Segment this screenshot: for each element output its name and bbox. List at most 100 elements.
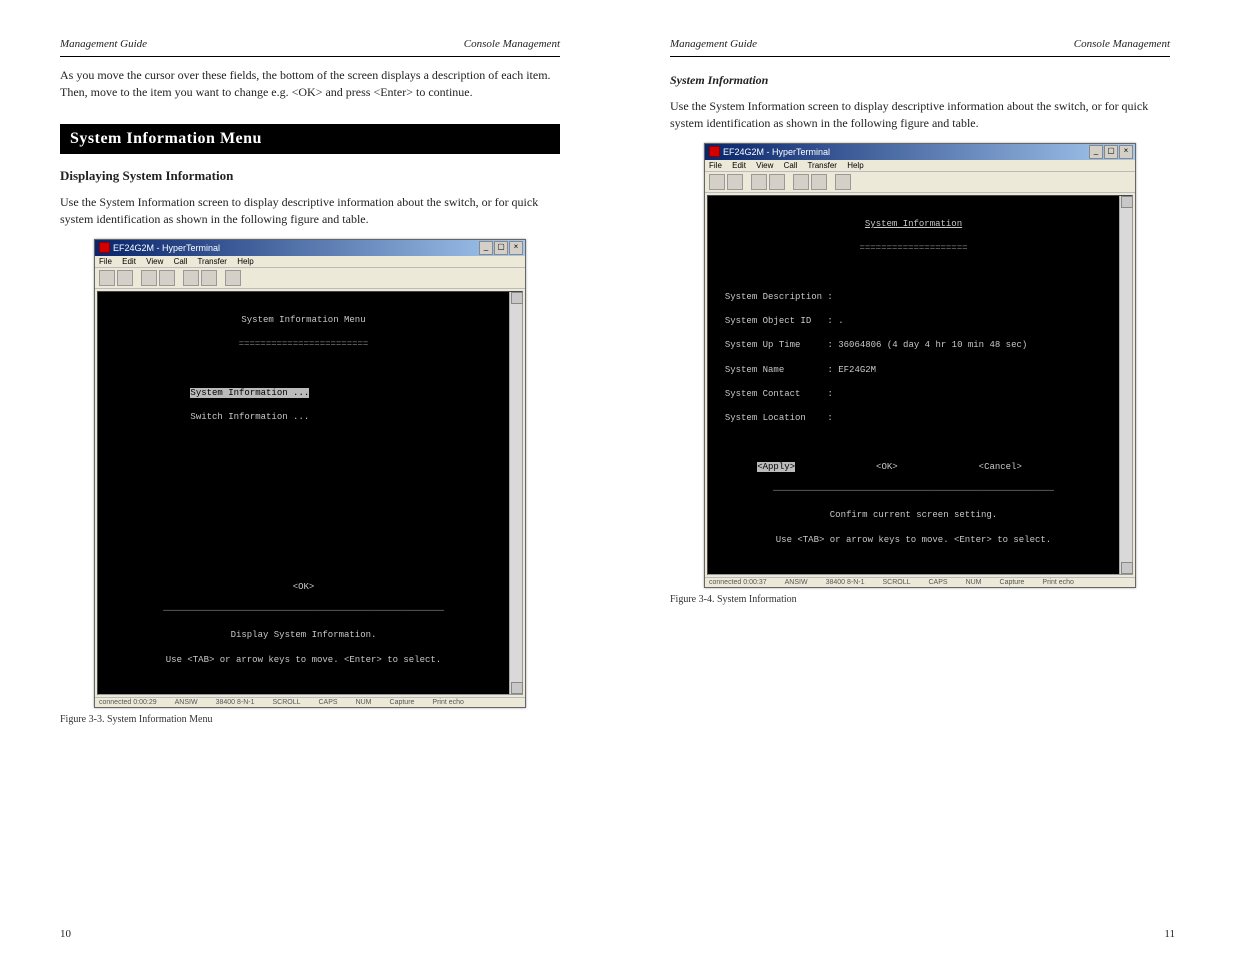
status-cell: 38400 8-N-1 <box>826 579 865 586</box>
field-label: System Up Time <box>725 340 801 350</box>
paragraph: As you move the cursor over these fields… <box>60 67 560 102</box>
toolbar-button[interactable] <box>159 270 175 286</box>
toolbar-button[interactable] <box>709 174 725 190</box>
toolbar-button[interactable] <box>99 270 115 286</box>
field-value: EF24G2M <box>838 365 876 375</box>
toolbar <box>95 268 525 289</box>
terminal-output: System Information Menu ================… <box>98 292 509 695</box>
term-title: System Information Menu <box>104 314 503 326</box>
subheading-italic: System Information <box>670 73 1170 88</box>
close-button[interactable]: × <box>509 241 523 255</box>
paragraph: Use the System Information screen to dis… <box>60 194 560 229</box>
maximize-button[interactable]: ▢ <box>494 241 508 255</box>
term-title: System Information <box>865 219 962 229</box>
toolbar-button[interactable] <box>117 270 133 286</box>
figure-caption: Figure 3-4. System Information <box>670 594 1170 605</box>
figure-caption: Figure 3-3. System Information Menu <box>60 714 560 725</box>
status-cell: NUM <box>966 579 982 586</box>
hyperterminal-window: EF24G2M - HyperTerminal _ ▢ × File Edit … <box>704 143 1136 588</box>
toolbar-button[interactable] <box>183 270 199 286</box>
toolbar-button[interactable] <box>811 174 827 190</box>
minimize-button[interactable]: _ <box>479 241 493 255</box>
field-value: . <box>838 316 843 326</box>
hyperterminal-window: EF24G2M - HyperTerminal _ ▢ × File Edit … <box>94 239 526 709</box>
header-section: Console Management <box>464 38 560 50</box>
minimize-button[interactable]: _ <box>1089 145 1103 159</box>
app-icon <box>709 146 720 157</box>
ok-button[interactable]: <OK> <box>876 462 898 472</box>
header-title: Management Guide <box>670 38 757 50</box>
field-label: System Description <box>725 292 822 302</box>
header-rule <box>60 56 560 57</box>
status-cell: CAPS <box>319 699 338 706</box>
menu-bar: File Edit View Call Transfer Help <box>705 160 1135 172</box>
status-bar: connected 0:00:37 ANSIW 38400 8-N-1 SCRO… <box>705 577 1135 587</box>
menu-item[interactable]: View <box>146 257 163 266</box>
hint-line: Confirm current screen setting. <box>714 509 1113 521</box>
section-heading: System Information Menu <box>60 124 560 154</box>
menu-item[interactable]: File <box>99 257 112 266</box>
maximize-button[interactable]: ▢ <box>1104 145 1118 159</box>
page-number: 11 <box>1164 928 1175 940</box>
terminal-output: System Information ==================== … <box>708 196 1119 574</box>
menu-item[interactable]: Edit <box>732 161 746 170</box>
status-cell: Capture <box>390 699 415 706</box>
term-rule: ────────────────────────────────────────… <box>714 485 1113 497</box>
menu-item[interactable]: View <box>756 161 773 170</box>
status-cell: CAPS <box>929 579 948 586</box>
menu-item[interactable]: Help <box>237 257 253 266</box>
toolbar-button[interactable] <box>727 174 743 190</box>
status-cell: ANSIW <box>785 579 808 586</box>
field-label: System Contact <box>725 389 801 399</box>
menu-item[interactable]: Transfer <box>807 161 837 170</box>
toolbar-button[interactable] <box>793 174 809 190</box>
page-left: Management Guide Console Management As y… <box>60 0 560 725</box>
page-right: Management Guide Console Management Syst… <box>670 0 1170 605</box>
status-cell: ANSIW <box>175 699 198 706</box>
menu-item[interactable]: Call <box>174 257 188 266</box>
menu-option-selected[interactable]: System Information ... <box>190 388 309 398</box>
field-value: 36064806 (4 day 4 hr 10 min 48 sec) <box>838 340 1027 350</box>
term-rule: ────────────────────────────────────────… <box>104 605 503 617</box>
toolbar-button[interactable] <box>751 174 767 190</box>
subheading: Displaying System Information <box>60 168 560 184</box>
ok-button[interactable]: <OK> <box>104 581 503 593</box>
menu-item[interactable]: Call <box>784 161 798 170</box>
status-cell: 38400 8-N-1 <box>216 699 255 706</box>
field-label: System Location <box>725 413 806 423</box>
toolbar <box>705 172 1135 193</box>
page-number: 10 <box>60 928 71 940</box>
window-title: EF24G2M - HyperTerminal <box>113 243 220 253</box>
hint-line: Display System Information. <box>104 629 503 641</box>
toolbar-button[interactable] <box>141 270 157 286</box>
header-rule <box>670 56 1170 57</box>
status-cell: Print echo <box>1042 579 1074 586</box>
status-cell: connected 0:00:37 <box>709 579 767 586</box>
scrollbar[interactable] <box>1119 196 1132 574</box>
paragraph: Use the System Information screen to dis… <box>670 98 1170 133</box>
toolbar-button[interactable] <box>225 270 241 286</box>
status-cell: SCROLL <box>272 699 300 706</box>
status-cell: NUM <box>356 699 372 706</box>
menu-item[interactable]: Help <box>847 161 863 170</box>
field-label: System Name <box>725 365 784 375</box>
close-button[interactable]: × <box>1119 145 1133 159</box>
apply-button[interactable]: <Apply> <box>757 462 795 472</box>
window-title: EF24G2M - HyperTerminal <box>723 147 830 157</box>
toolbar-button[interactable] <box>201 270 217 286</box>
status-cell: Capture <box>1000 579 1025 586</box>
menu-item[interactable]: Transfer <box>197 257 227 266</box>
term-underline: ==================== <box>714 242 1113 254</box>
toolbar-button[interactable] <box>835 174 851 190</box>
field-label: System Object ID <box>725 316 811 326</box>
cancel-button[interactable]: <Cancel> <box>979 462 1022 472</box>
menu-item[interactable]: Edit <box>122 257 136 266</box>
header-right-page: Management Guide Console Management <box>670 0 1170 56</box>
menu-item[interactable]: File <box>709 161 722 170</box>
scrollbar[interactable] <box>509 292 522 695</box>
menu-option[interactable]: Switch Information ... <box>190 412 309 422</box>
toolbar-button[interactable] <box>769 174 785 190</box>
hint-line: Use <TAB> or arrow keys to move. <Enter>… <box>714 534 1113 546</box>
status-cell: connected 0:00:29 <box>99 699 157 706</box>
hint-line: Use <TAB> or arrow keys to move. <Enter>… <box>104 654 503 666</box>
